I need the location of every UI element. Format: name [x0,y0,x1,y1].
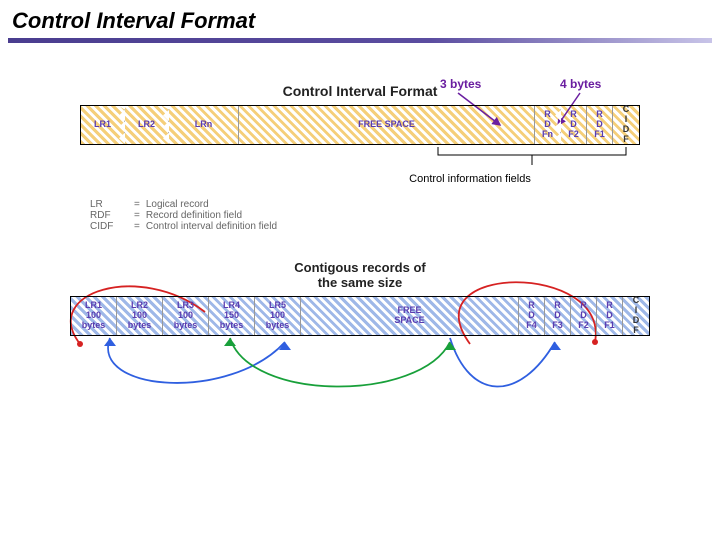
legend-eq-2: = [134,221,140,232]
legend-v-1: Record definition field [146,210,242,221]
d2-c0: LR1 100 bytes [71,297,117,335]
legend: LR = Logical record RDF = Record definit… [90,199,710,232]
d1-cell-rdf1: R D F1 [587,106,613,144]
legend-k-0: LR [90,199,128,210]
page-title: Control Interval Format [0,0,720,38]
d2-c2: LR3 100 bytes [163,297,209,335]
curves-bottom-svg [50,332,670,452]
annot-4-bytes: 4 bytes [560,77,601,91]
annot-3-bytes: 3 bytes [440,77,481,91]
legend-v-0: Logical record [146,199,209,210]
d1-cell-free: FREE SPACE [239,106,535,144]
d2-c5: FREE SPACE [301,297,519,335]
legend-row-2: CIDF = Control interval definition field [90,221,710,232]
diagram-area: 3 bytes 4 bytes Control Interval Format … [10,83,710,336]
legend-eq-1: = [134,210,140,221]
d2-c3: LR4 150 bytes [209,297,255,335]
legend-row-0: LR = Logical record [90,199,710,210]
d2-c9: R D F1 [597,297,623,335]
d2-c8: R D F2 [571,297,597,335]
title-underline [8,38,712,43]
bracket-svg [80,145,640,169]
bracket-label: Control information fields [230,173,710,185]
ci-bar-1: LR1 LR2 LRn FREE SPACE R D Fn R D F2 R D… [80,105,640,145]
d2-c4: LR5 100 bytes [255,297,301,335]
legend-eq-0: = [134,199,140,210]
diagram2-heading: Contigous records of the same size [10,260,710,290]
legend-v-2: Control interval definition field [146,221,277,232]
d1-cell-cidf: C I D F [613,106,639,144]
diagram1-heading: Control Interval Format [10,83,710,99]
d1-cell-lrn: LRn [169,106,239,144]
d2-c7: R D F3 [545,297,571,335]
legend-k-1: RDF [90,210,128,221]
ci-bar-2: LR1 100 bytes LR2 100 bytes LR3 100 byte… [70,296,650,336]
d1-cell-rdf2: R D F2 [561,106,587,144]
d1-cell-lr1: LR1 [81,106,125,144]
d2-c10: C I D F [623,297,649,335]
d1-cell-lr2: LR2 [125,106,169,144]
legend-row-1: RDF = Record definition field [90,210,710,221]
d2-c6: R D F4 [519,297,545,335]
d1-cell-rdfn: R D Fn [535,106,561,144]
d2-c1: LR2 100 bytes [117,297,163,335]
legend-k-2: CIDF [90,221,128,232]
